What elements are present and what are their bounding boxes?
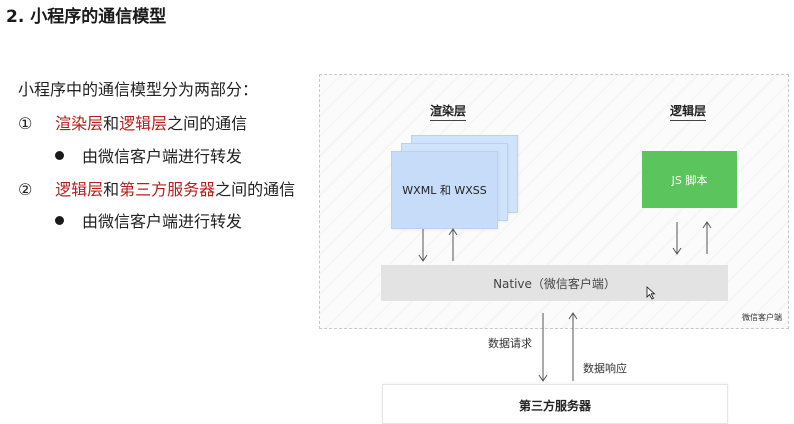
render-down-arrow-icon xyxy=(418,229,428,262)
point-1-sub: 由微信客户端进行转发 xyxy=(55,143,242,167)
render-up-arrow-icon xyxy=(448,228,458,261)
request-down-arrow-icon xyxy=(538,313,548,382)
render-layer-label: 渲染层 xyxy=(430,102,467,121)
point-1-part-render-layer: 渲染层 xyxy=(55,114,104,133)
bullet-icon xyxy=(55,216,64,225)
third-party-server-label: 第三方服务器 xyxy=(518,399,591,413)
wechat-client-label: 微信客户端 xyxy=(742,313,782,322)
third-party-server-box: 第三方服务器 xyxy=(382,384,728,424)
point-1-number: ① xyxy=(18,114,33,133)
point-2-sub-text: 由微信客户端进行转发 xyxy=(82,212,243,231)
point-1-part-comm: 之间的通信 xyxy=(167,114,248,133)
intro-text: 小程序中的通信模型分为两部分： xyxy=(18,80,259,99)
bullet-icon xyxy=(55,151,64,160)
logic-layer-label: 逻辑层 xyxy=(670,102,707,121)
native-client-bar: Native（微信客户端） xyxy=(381,265,728,301)
point-2-number: ② xyxy=(18,180,33,199)
section-heading: 2. 小程序的通信模型 xyxy=(6,7,167,27)
point-2-part-comm: 之间的通信 xyxy=(215,180,296,199)
logic-down-arrow-icon xyxy=(672,222,682,255)
logic-up-arrow-icon xyxy=(702,221,712,254)
data-response-label: 数据响应 xyxy=(583,362,627,375)
point-2-part-and: 和 xyxy=(103,180,120,199)
wxml-wxss-box: WXML 和 WXSS xyxy=(391,151,498,229)
native-label: Native（微信客户端） xyxy=(493,276,616,291)
point-1-sub-text: 由微信客户端进行转发 xyxy=(82,147,243,166)
point-1-part-and: 和 xyxy=(103,114,120,133)
point-2-part-logic-layer: 逻辑层 xyxy=(55,180,104,199)
point-2-part-server: 第三方服务器 xyxy=(119,180,216,199)
data-request-label: 数据请求 xyxy=(488,337,532,350)
point-2: ② 逻辑层和第三方服务器之间的通信 xyxy=(18,176,295,200)
point-1-part-logic-layer: 逻辑层 xyxy=(119,114,168,133)
point-1: ① 渲染层和逻辑层之间的通信 xyxy=(18,110,247,134)
js-script-label: JS 脚本 xyxy=(671,173,708,187)
wxml-wxss-label: WXML 和 WXSS xyxy=(402,184,487,197)
communication-diagram: 渲染层 逻辑层 WXML 和 WXSS JS 脚本 Native（微信客户端） … xyxy=(319,74,789,329)
mouse-cursor-icon xyxy=(646,286,656,300)
js-script-box: JS 脚本 xyxy=(642,151,737,208)
point-2-sub: 由微信客户端进行转发 xyxy=(55,208,242,232)
response-up-arrow-icon xyxy=(568,312,578,381)
